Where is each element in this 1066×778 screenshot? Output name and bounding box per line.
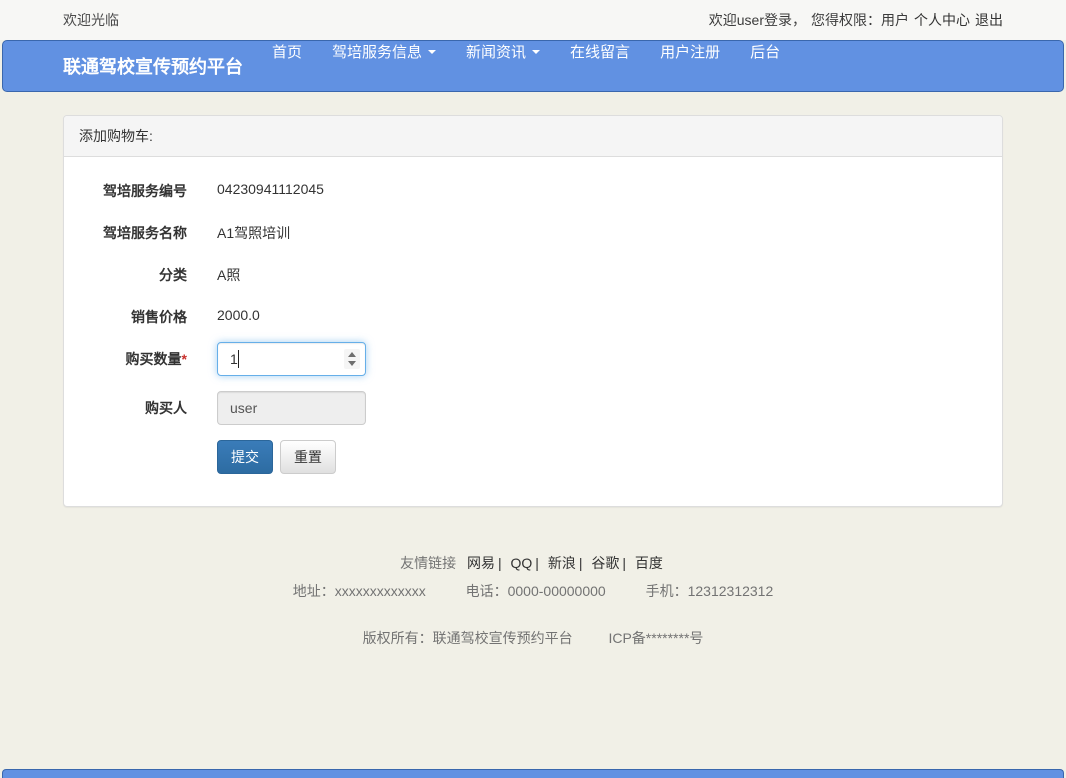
spinner-up-icon[interactable] — [348, 352, 356, 357]
mobile-value: 12312312312 — [688, 583, 774, 599]
link-baidu[interactable]: 百度 — [635, 555, 663, 571]
nav-item-admin[interactable]: 后台 — [735, 41, 795, 62]
field-label: 驾培服务编号 — [79, 174, 187, 201]
field-value: 04230941112045 — [217, 174, 324, 197]
field-service-number: 驾培服务编号 04230941112045 — [79, 174, 987, 208]
link-sina[interactable]: 新浪 — [548, 555, 576, 571]
panel-title: 添加购物车: — [64, 116, 1002, 157]
permission-text: 您得权限：用户 — [811, 10, 909, 30]
buyer-input — [217, 391, 366, 425]
user-status-area: 欢迎user登录， 您得权限：用户 个人中心 退出 — [709, 10, 1003, 30]
nav-item-register[interactable]: 用户注册 — [645, 41, 735, 62]
mobile-label: 手机： — [646, 583, 688, 599]
address-label: 地址： — [293, 583, 335, 599]
copyright: 版权所有：联通驾校宣传预约平台 ICP备********号 — [0, 628, 1066, 648]
reset-button[interactable]: 重置 — [280, 440, 336, 474]
text-cursor — [238, 350, 239, 368]
copyright-text: 版权所有：联通驾校宣传预约平台 — [363, 630, 573, 646]
bottom-navbar-strip — [2, 769, 1064, 778]
link-qq[interactable]: QQ — [511, 555, 533, 571]
field-value: A照 — [217, 258, 240, 285]
address-value: xxxxxxxxxxxxx — [335, 583, 426, 599]
friend-links: 友情链接 网易| QQ| 新浪| 谷歌| 百度 — [0, 553, 1066, 573]
field-label: 驾培服务名称 — [79, 216, 187, 243]
welcome-text: 欢迎光临 — [63, 10, 119, 30]
friend-links-label: 友情链接 — [400, 555, 456, 571]
field-value: A1驾照培训 — [217, 216, 290, 243]
phone-value: 0000-00000000 — [508, 583, 606, 599]
add-to-cart-panel: 添加购物车: 驾培服务编号 04230941112045 驾培服务名称 A1驾照… — [63, 115, 1003, 507]
brand-title[interactable]: 联通驾校宣传预约平台 — [63, 53, 257, 79]
field-label: 销售价格 — [79, 300, 187, 327]
icp-number: ICP备********号 — [608, 630, 703, 646]
field-value: 2000.0 — [217, 300, 260, 323]
contact-info: 地址：xxxxxxxxxxxxx 电话：0000-00000000 手机：123… — [0, 581, 1066, 601]
quantity-label: 购买数量 — [126, 351, 182, 367]
caret-down-icon — [428, 50, 436, 54]
required-mark: * — [182, 351, 187, 367]
nav-item-training-services[interactable]: 驾培服务信息 — [317, 41, 451, 62]
field-label: 分类 — [79, 258, 187, 285]
link-netease[interactable]: 网易 — [467, 555, 495, 571]
field-category: 分类 A照 — [79, 258, 987, 292]
field-quantity: 购买数量* — [79, 342, 987, 376]
spinner-down-icon[interactable] — [348, 361, 356, 366]
nav-item-news[interactable]: 新闻资讯 — [451, 41, 555, 62]
link-google[interactable]: 谷歌 — [591, 555, 619, 571]
top-bar: 欢迎光临 欢迎user登录， 您得权限：用户 个人中心 退出 — [0, 0, 1066, 40]
buyer-label: 购买人 — [79, 391, 187, 418]
field-service-name: 驾培服务名称 A1驾照培训 — [79, 216, 987, 250]
number-spinner[interactable] — [344, 349, 360, 369]
phone-label: 电话： — [466, 583, 508, 599]
nav-item-home[interactable]: 首页 — [257, 41, 317, 62]
profile-link[interactable]: 个人中心 — [914, 10, 970, 30]
submit-button[interactable]: 提交 — [217, 440, 273, 474]
main-content: 添加购物车: 驾培服务编号 04230941112045 驾培服务名称 A1驾照… — [63, 115, 1003, 507]
page-footer: 友情链接 网易| QQ| 新浪| 谷歌| 百度 地址：xxxxxxxxxxxxx… — [0, 553, 1066, 648]
field-buyer: 购买人 — [79, 391, 987, 425]
nav-menu: 首页 驾培服务信息 新闻资讯 在线留言 用户注册 后台 — [257, 41, 795, 91]
form-actions: 提交 重置 — [217, 440, 987, 474]
main-navbar: 联通驾校宣传预约平台 首页 驾培服务信息 新闻资讯 在线留言 用户注册 后台 — [2, 40, 1064, 92]
nav-item-message-board[interactable]: 在线留言 — [555, 41, 645, 62]
caret-down-icon — [532, 50, 540, 54]
logout-link[interactable]: 退出 — [975, 10, 1003, 30]
login-greeting: 欢迎user登录， — [709, 10, 806, 30]
field-price: 销售价格 2000.0 — [79, 300, 987, 334]
